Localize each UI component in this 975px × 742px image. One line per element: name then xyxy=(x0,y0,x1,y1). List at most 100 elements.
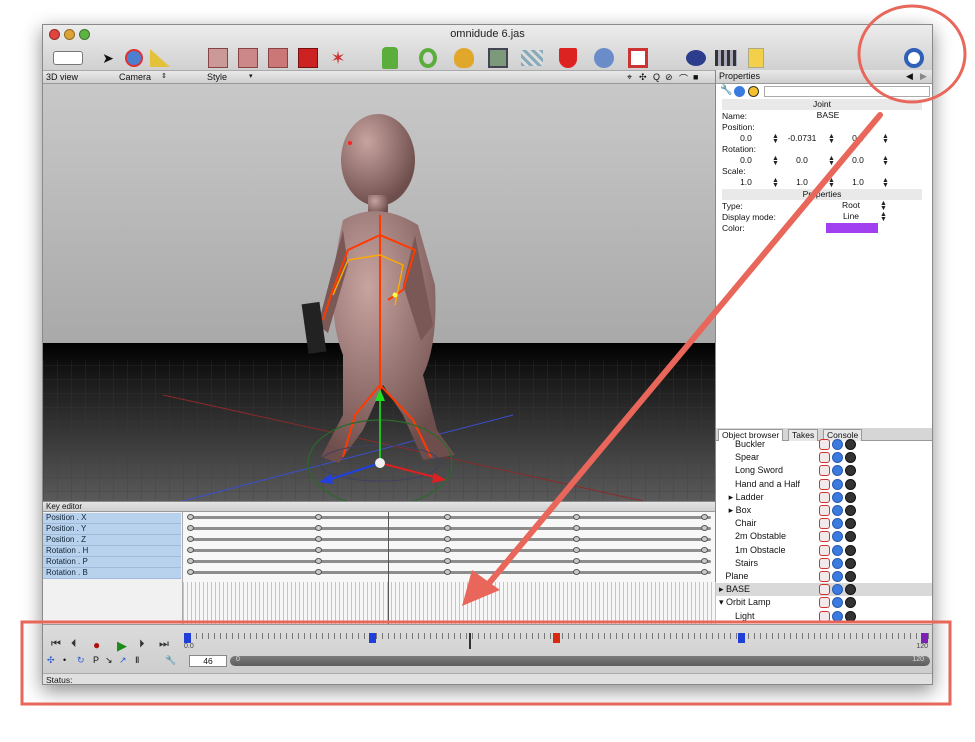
position-z-field[interactable]: 0.0 xyxy=(836,133,880,144)
object-status-icon[interactable] xyxy=(832,544,843,556)
object-status-icon[interactable] xyxy=(845,491,856,503)
object-status-icon[interactable] xyxy=(819,571,830,582)
object-list-item[interactable]: Long Sword xyxy=(716,464,932,477)
object-status-icon[interactable] xyxy=(832,518,843,530)
keyframe-marker[interactable] xyxy=(444,536,451,542)
object-status-icon[interactable] xyxy=(819,465,830,477)
joint-badge-icon[interactable] xyxy=(748,86,759,97)
note-icon[interactable] xyxy=(743,45,769,71)
stepper-icon[interactable]: ▲ ▼ xyxy=(882,133,889,145)
keyframe-marker[interactable] xyxy=(444,558,451,564)
object-status-icon[interactable] xyxy=(845,465,856,477)
object-status-icon[interactable] xyxy=(845,544,856,556)
object-status-icon[interactable] xyxy=(819,491,830,503)
object-status-icon[interactable] xyxy=(832,610,843,622)
stepper-icon[interactable]: ▲ ▼ xyxy=(828,177,835,189)
track-label[interactable]: Rotation . B xyxy=(43,568,181,579)
bend-tool-icon[interactable]: ↗ xyxy=(119,655,127,666)
keyframe-marker[interactable] xyxy=(315,536,322,542)
object-status-icon[interactable] xyxy=(832,491,843,503)
transform-tool-icon[interactable] xyxy=(121,45,147,71)
name-field[interactable]: BASE xyxy=(780,110,876,121)
style-arrow-icon[interactable]: ▾ xyxy=(249,72,253,80)
keyframe-marker[interactable] xyxy=(187,514,194,520)
track-label[interactable]: Position . Y xyxy=(43,524,181,535)
display-mode-select[interactable]: Line xyxy=(826,211,876,222)
stepper-icon[interactable]: ▲ ▼ xyxy=(882,177,889,189)
shape2-icon[interactable] xyxy=(415,45,441,71)
object-status-icon[interactable] xyxy=(845,439,856,450)
keyframe-marker[interactable] xyxy=(444,525,451,531)
3d-viewport[interactable] xyxy=(43,85,715,501)
stepper-icon[interactable]: ▲ ▼ xyxy=(772,177,779,189)
keyframe-marker[interactable] xyxy=(187,558,194,564)
keyframe-marker[interactable] xyxy=(444,547,451,553)
object-status-icon[interactable] xyxy=(832,584,843,596)
timeline-ruler[interactable]: 0.0 120 xyxy=(184,633,930,653)
info-badge-icon[interactable] xyxy=(734,86,745,97)
keyframe-marker[interactable] xyxy=(701,525,708,531)
object-status-icon[interactable] xyxy=(819,478,830,490)
object-list-item[interactable]: Spear xyxy=(716,451,932,464)
scale-z-field[interactable]: 1.0 xyxy=(836,177,880,188)
key-marker-blue[interactable] xyxy=(369,633,376,643)
object-list-item[interactable]: ▸ Box xyxy=(716,504,932,517)
object-list-item[interactable]: ▾ Orbit Lamp xyxy=(716,596,932,609)
step-forward-button[interactable]: ⏵ xyxy=(139,638,145,651)
keyframe-marker[interactable] xyxy=(444,514,451,520)
object-status-icon[interactable] xyxy=(845,505,856,516)
keyframe-marker[interactable] xyxy=(573,569,580,575)
object-list-item[interactable]: Chair xyxy=(716,517,932,530)
object-status-icon[interactable] xyxy=(845,452,856,464)
type-select[interactable]: Root xyxy=(826,200,876,211)
wrench-icon[interactable]: 🔧 xyxy=(720,85,732,96)
stepper-icon[interactable]: ▲ ▼ xyxy=(772,155,779,167)
cube4-icon[interactable] xyxy=(295,45,321,71)
cube2-icon[interactable] xyxy=(235,45,261,71)
keyframe-marker[interactable] xyxy=(701,547,708,553)
rotation-h-field[interactable]: 0.0 xyxy=(724,155,768,166)
keyframe-marker[interactable] xyxy=(573,514,580,520)
nav-icon-4[interactable]: ⌒ xyxy=(679,72,688,85)
object-status-icon[interactable] xyxy=(845,518,856,530)
properties-search-field[interactable] xyxy=(764,86,930,97)
forward-arrow-icon[interactable]: ▶ xyxy=(920,71,927,82)
light-icon[interactable]: ✶ xyxy=(325,45,351,71)
object-list-item[interactable]: 2m Obstable xyxy=(716,530,932,543)
track-label[interactable]: Rotation . H xyxy=(43,546,181,557)
shape7-icon[interactable] xyxy=(591,45,617,71)
shape5-icon[interactable] xyxy=(519,45,545,71)
go-to-start-button[interactable]: ⏮ xyxy=(51,638,61,651)
object-list-item[interactable]: 1m Obstacle xyxy=(716,544,932,557)
object-status-icon[interactable] xyxy=(819,439,830,450)
object-status-icon[interactable] xyxy=(819,452,830,464)
keyframe-marker[interactable] xyxy=(573,536,580,542)
position-y-field[interactable]: -0.0731 xyxy=(780,133,824,144)
frame-range-slider[interactable]: 0 120 xyxy=(230,656,930,666)
display-stepper-icon[interactable]: ▲ ▼ xyxy=(880,211,887,223)
nav-icon-0[interactable]: ⌖ xyxy=(627,72,632,83)
object-status-icon[interactable] xyxy=(845,584,856,596)
object-status-icon[interactable] xyxy=(832,557,843,569)
track-label[interactable]: Position . Z xyxy=(43,535,181,546)
keyframe-marker[interactable] xyxy=(315,525,322,531)
object-status-icon[interactable] xyxy=(819,597,830,609)
object-status-icon[interactable] xyxy=(832,531,843,543)
pose-tool-icon[interactable]: P xyxy=(93,655,99,665)
scale-y-field[interactable]: 1.0 xyxy=(780,177,824,188)
keyframe-marker[interactable] xyxy=(315,558,322,564)
color-swatch[interactable] xyxy=(826,223,878,233)
ruler-icon[interactable] xyxy=(147,45,173,71)
cube3-icon[interactable] xyxy=(265,45,291,71)
stepper-icon[interactable]: ▲ ▼ xyxy=(882,155,889,167)
keyframe-marker[interactable] xyxy=(444,569,451,575)
track-label[interactable]: Rotation . P xyxy=(43,557,181,568)
keyframe-marker[interactable] xyxy=(187,525,194,531)
clock-icon[interactable] xyxy=(901,45,927,71)
object-status-icon[interactable] xyxy=(845,610,856,622)
keyframe-marker[interactable] xyxy=(187,547,194,553)
keyframe-marker[interactable] xyxy=(573,547,580,553)
camera-stepper-icon[interactable]: ⇕ xyxy=(161,72,167,80)
current-frame-field[interactable]: 46 xyxy=(189,655,227,667)
back-arrow-icon[interactable]: ◀ xyxy=(906,71,913,82)
